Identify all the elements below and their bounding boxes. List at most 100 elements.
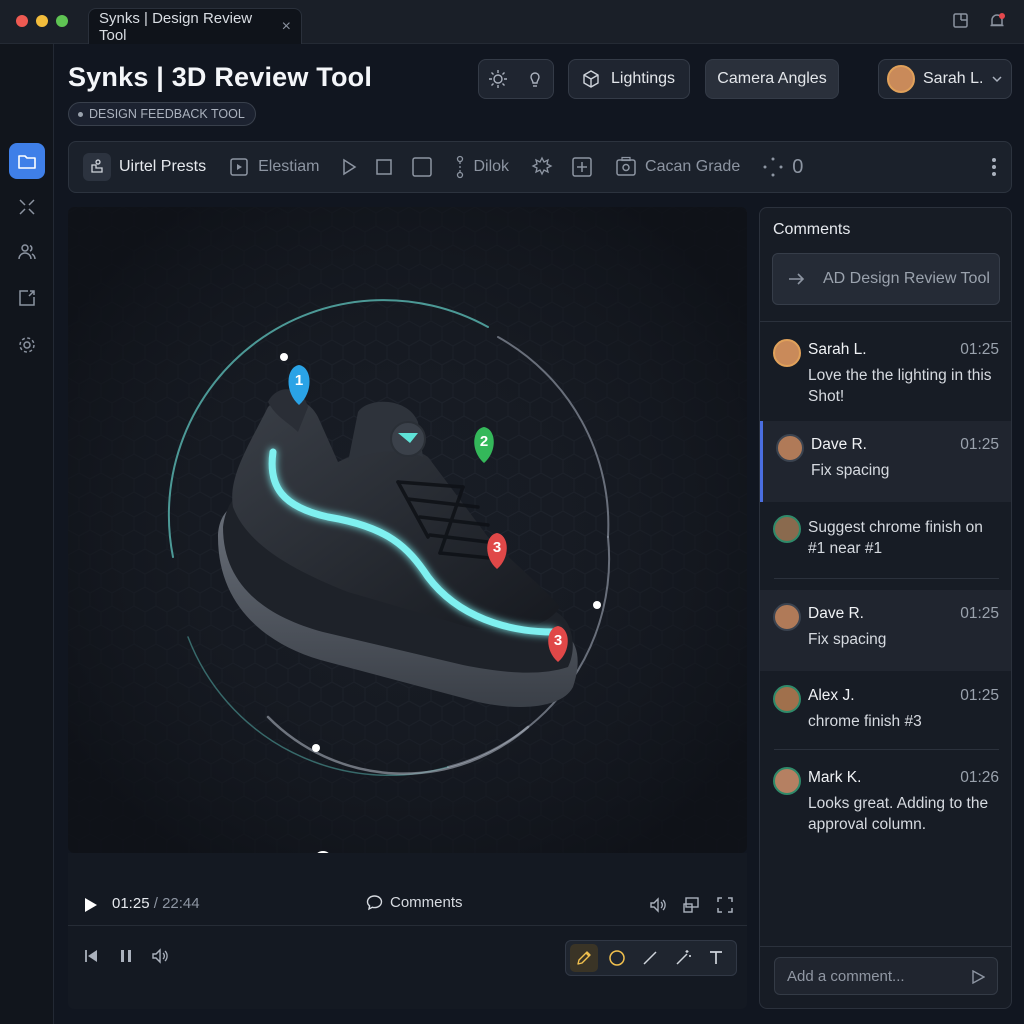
camera-angles-button[interactable]: Camera Angles [705,59,839,99]
circle-tool[interactable] [603,944,631,972]
viewport-canvas: 1 2 3 3 [68,207,747,853]
add-comment-input[interactable]: Add a comment... [774,957,998,995]
window-layout-icon[interactable] [952,12,970,30]
close-window-button[interactable] [16,15,28,27]
comments-toggle-label: Comments [390,894,463,911]
comments-toggle[interactable]: Comments [366,894,463,911]
lightings-button[interactable]: Lightings [568,59,690,99]
orbit-handle[interactable] [312,744,320,752]
pin-label: 2 [480,433,488,450]
presets-icon [83,153,111,181]
picture-in-picture-icon[interactable] [682,896,700,914]
comment-divider [774,578,999,579]
comment-item[interactable]: Suggest chrome finish on #1 near #1 [760,515,1011,559]
comment-author: Sarah L. [808,341,867,358]
cube-icon [583,70,599,88]
comment-item[interactable]: Alex J. 01:25 chrome finish #3 [760,685,1011,732]
orbit-handle[interactable] [280,353,288,361]
sidebar-item-settings[interactable] [9,327,45,363]
toolbar-count: 0 [792,155,804,178]
pause-icon[interactable] [119,949,133,963]
comment-author: Dave R. [811,436,867,453]
tab-title: Synks | Design Review Tool [99,9,253,44]
orbit-handle[interactable] [593,601,601,609]
user-menu[interactable]: Sarah L. [878,59,1012,99]
controls-divider [68,925,747,926]
comment-item[interactable]: Mark K. 01:26 Looks great. Adding to the… [760,767,1011,835]
text-icon [710,951,722,964]
comment-item[interactable]: Sarah L. 01:25 Love the the lighting in … [760,339,1011,407]
notification-bell-icon[interactable] [988,12,1006,30]
line-icon [643,951,657,965]
panel-footer-divider [760,946,1011,947]
slider-icon [457,155,464,179]
comments-panel-title: Comments [773,221,851,238]
toolbar-item-dilok[interactable]: Dilok [455,155,509,179]
total-time: 22:44 [162,895,200,912]
focus-dots-icon [763,157,783,177]
comment-item-selected[interactable]: Dave R. 01:25 Fix spacing [760,421,1011,502]
comment-time: 01:25 [960,341,999,358]
play-outline-icon[interactable] [341,158,357,176]
sidebar-item-collapse[interactable] [9,189,45,225]
avatar [773,685,801,713]
user-name: Sarah L. [923,70,984,87]
frame-square-icon[interactable] [411,156,433,178]
pin-label: 1 [295,372,303,389]
comment-author: Mark K. [808,769,862,786]
comment-text: Love the the lighting in this Shot! [808,367,992,405]
toolbar-item-presets[interactable]: Uirtel Prests [83,153,206,181]
time-display: 01:25 / 22:44 [112,895,200,912]
skip-back-icon[interactable] [84,949,98,963]
fullscreen-icon[interactable] [716,896,734,914]
comment-author: Dave R. [808,605,864,622]
app-window: Synks | Design Review Tool × Synks | 3D … [0,0,1024,1024]
magic-wand-tool[interactable] [669,944,697,972]
burst-icon[interactable] [531,156,553,178]
sidebar-item-users[interactable] [9,234,45,270]
comment-text: chrome finish #3 [808,713,922,730]
toolbar-item-color-grade[interactable]: Cacan Grade [615,156,740,178]
pencil-tool[interactable] [570,944,598,972]
lightbulb-icon[interactable] [525,69,545,89]
line-tool[interactable] [636,944,664,972]
maximize-window-button[interactable] [56,15,68,27]
more-vertical-icon[interactable] [991,156,997,178]
add-square-icon[interactable] [571,156,593,178]
sun-icon[interactable] [488,69,508,89]
comment-text: Looks great. Adding to the approval colu… [808,795,989,833]
avatar [773,767,801,795]
toolbar-item-count[interactable]: 0 [762,156,803,179]
pin-label: 3 [554,632,562,649]
toolbar-label: Uirtel Prests [119,158,207,175]
time-separator: / [149,895,163,912]
comment-time: 01:25 [960,687,999,704]
comment-item[interactable]: Dave R. 01:25 Fix spacing [760,590,1011,671]
pin-label: 3 [493,539,501,556]
send-icon[interactable] [971,970,985,984]
comment-author: Alex J. [808,687,855,704]
volume-small-icon[interactable] [151,947,169,965]
window-controls [16,15,68,27]
design-review-button[interactable]: AD Design Review Tool [772,253,1000,305]
comment-text: Fix spacing [808,631,887,648]
minimize-window-button[interactable] [36,15,48,27]
tab-close-icon[interactable]: × [282,18,291,36]
viewer-toolbar: Uirtel Prests Elestiam Dilok Cacan Grade… [68,141,1012,193]
sidebar-item-files[interactable] [9,143,45,179]
play-icon[interactable] [84,897,98,913]
sidebar-item-export[interactable] [9,280,45,316]
toolbar-label: Elestiam [258,158,320,175]
camera-angles-label: Camera Angles [717,70,827,87]
export-icon [19,290,35,306]
avatar [773,515,801,543]
3d-viewport[interactable]: 1 2 3 3 [68,207,747,853]
toolbar-item-elestiam[interactable]: Elestiam [228,156,319,178]
volume-icon[interactable] [649,896,667,914]
titlebar-actions [952,12,1006,30]
subtitle-tag: DESIGN FEEDBACK TOOL [68,102,256,126]
browser-tab[interactable]: Synks | Design Review Tool × [88,8,302,44]
toolbar-effects [531,156,593,178]
stop-square-icon[interactable] [375,158,393,176]
text-tool[interactable] [702,944,730,972]
